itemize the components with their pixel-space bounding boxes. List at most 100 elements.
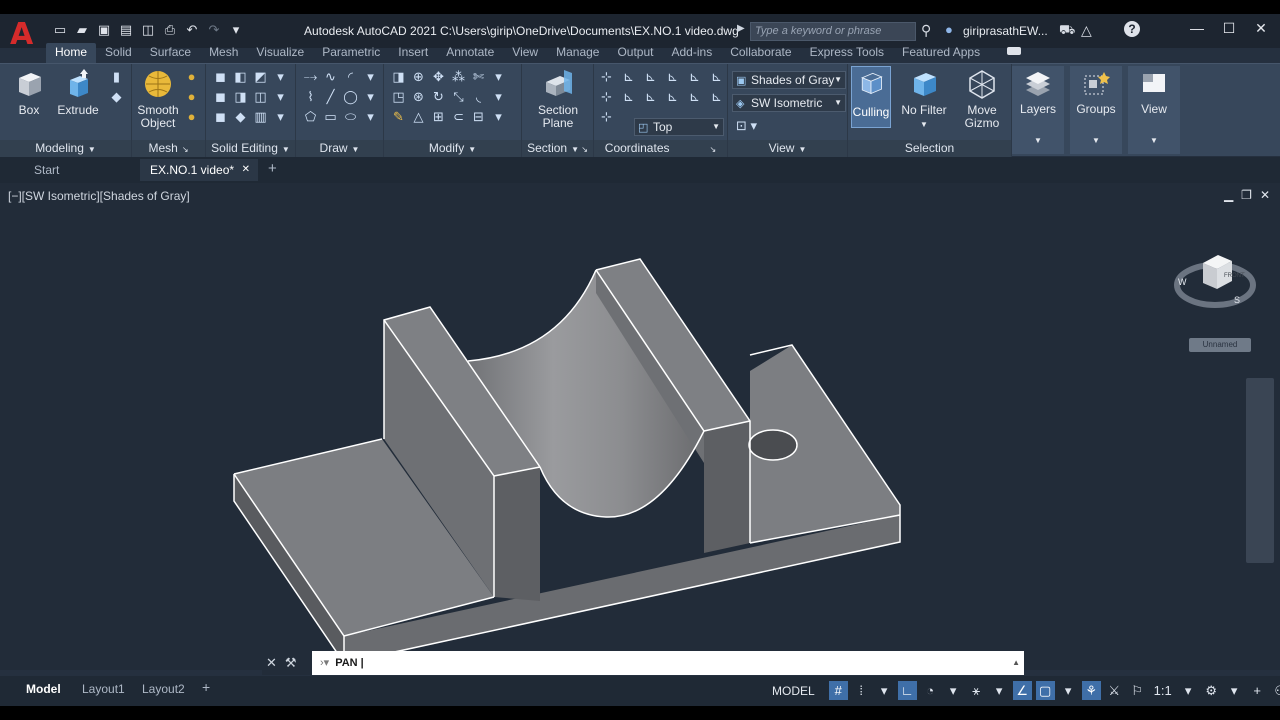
ucs-x-icon[interactable]: ⊾ [620,88,637,105]
tab-surface[interactable]: Surface [141,43,200,63]
panel-title-modify[interactable]: Modify ▼ [384,140,521,157]
shell-icon[interactable]: ◆ [232,108,249,125]
circle-icon[interactable]: ◯ [342,88,359,105]
tab-visualize[interactable]: Visualize [247,43,313,63]
rotate-icon[interactable]: ⊛ [410,88,427,105]
modify-dropdown3-icon[interactable]: ▾ [490,108,507,125]
tab-annotate[interactable]: Annotate [437,43,503,63]
open-folder-icon[interactable]: ▰ [74,22,90,38]
ucs-view-icon[interactable]: ⊾ [686,68,703,85]
3d-move-icon[interactable]: ✥ [430,68,447,85]
isodraft-icon[interactable]: ⚹ [967,681,986,700]
visual-style-dropdown[interactable]: ▣ Shades of Gray ▼ [732,71,846,89]
ucs-icon[interactable]: ⊹ [598,68,615,85]
ucs-origin-icon[interactable]: ⊾ [642,68,659,85]
command-close-icon[interactable]: ✕ [266,655,277,671]
search-expand-icon[interactable]: ▶ [737,23,745,34]
close-icon[interactable]: ✕ [1254,20,1268,37]
ribbon-minimize-toggle[interactable] [1007,47,1022,55]
navigation-bar[interactable] [1246,378,1274,563]
arc-icon[interactable]: ◜ [342,68,359,85]
modify-dropdown2-icon[interactable]: ▾ [490,88,507,105]
subtract-icon[interactable]: ◧ [232,68,249,85]
web-mobile-icon[interactable]: ◫ [140,22,156,38]
maximize-icon[interactable]: ☐ [1222,20,1236,37]
polygon-icon[interactable]: ⬠ [302,108,319,125]
interfere-icon[interactable]: ▾ [272,68,289,85]
command-prompt-icon[interactable]: ›▾ [320,657,329,669]
array-icon[interactable]: ⊞ [430,108,447,125]
stretch-icon[interactable]: △ [410,108,427,125]
ucs-menu-button[interactable]: Unnamed [1189,338,1251,352]
snap-dropdown-icon[interactable]: ▾ [875,681,894,700]
spline-icon[interactable]: ∿ [322,68,339,85]
save-icon[interactable]: ▣ [96,22,112,38]
help-icon[interactable]: ? [1124,21,1140,37]
no-filter-tool[interactable]: No Filter ▼ [898,68,950,131]
polyline-icon[interactable]: ⌇ [302,88,319,105]
polar-icon[interactable]: ◔ [921,681,940,700]
ortho-icon[interactable]: ∟ [897,681,917,700]
object-snap-dropdown-icon[interactable]: ▾ [1059,681,1078,700]
rectangle-icon[interactable]: ▭ [322,108,339,125]
search-binoculars-icon[interactable]: ⚲ [921,22,931,39]
doc-tab-start[interactable]: Start [24,159,136,181]
polar-dropdown-icon[interactable]: ▾ [944,681,963,700]
undo-icon[interactable]: ↶ [184,22,200,38]
tab-mesh[interactable]: Mesh [200,43,247,63]
solid-edit-more-icon[interactable]: ▾ [272,88,289,105]
close-tab-icon[interactable]: ✕ [242,159,250,181]
command-history-icon[interactable]: ▲ [1012,651,1020,675]
viewport-close-icon[interactable]: ✕ [1260,188,1270,202]
panel-title-mesh[interactable]: Mesh ↘ [132,140,205,157]
tab-solid[interactable]: Solid [96,43,141,63]
new-tab-icon[interactable]: + [268,160,277,177]
workspace-dropdown-icon[interactable]: ▾ [1225,681,1244,700]
presspull-icon[interactable]: ◆ [108,88,125,105]
tab-view[interactable]: View [503,43,547,63]
modify-dropdown-icon[interactable]: ▾ [490,68,507,85]
minimize-icon[interactable]: — [1190,20,1204,37]
fillet-edge-icon[interactable]: ◨ [232,88,249,105]
object-snap-tracking-icon[interactable]: ∠ [1012,681,1032,700]
save-as-icon[interactable]: ▤ [118,22,134,38]
scale-dropdown-icon[interactable]: ▾ [1179,681,1198,700]
intersect-icon[interactable]: ◩ [252,68,269,85]
ucs-face-icon[interactable]: ⊹ [598,88,615,105]
line-icon[interactable]: ⤍ [302,68,319,85]
tab-insert[interactable]: Insert [389,43,437,63]
autodesk-a360-icon[interactable]: △ [1081,22,1092,39]
tab-output[interactable]: Output [608,43,662,63]
model-space-toggle[interactable]: MODEL [768,684,819,698]
ucs-3point-icon[interactable]: ⊾ [664,68,681,85]
object-snap-icon[interactable]: ▢ [1035,681,1055,700]
mirror-icon[interactable]: ◨ [390,68,407,85]
move-gizmo-tool[interactable]: Move Gizmo [956,68,1008,130]
new-file-icon[interactable]: ▭ [52,22,68,38]
erase-icon[interactable]: ✎ [390,108,407,125]
viewport-restore-icon[interactable]: ❐ [1241,188,1252,202]
tab-parametric[interactable]: Parametric [313,43,389,63]
3d-model-drawing[interactable] [0,183,1280,670]
mesh-sphere-icon[interactable]: ● [183,68,200,85]
arc-dropdown-icon[interactable]: ▾ [362,68,379,85]
snap-icon[interactable]: ⁞ [852,681,871,700]
annotation-visibility-icon[interactable]: ⚘ [1081,681,1101,700]
viewcube[interactable]: FRONT W S [1170,233,1260,323]
break-icon[interactable]: ⊟ [470,108,487,125]
command-input[interactable]: ›▾ PAN | ▲ [312,651,1024,675]
viewport-minimize-icon[interactable]: ▁ [1224,188,1233,202]
tab-add-ins[interactable]: Add-ins [663,43,722,63]
ucs-named-icon[interactable]: ⊾ [708,88,725,105]
tab-collaborate[interactable]: Collaborate [721,43,800,63]
extrude-tool[interactable]: Extrude [55,68,101,117]
panel-title-solid-editing[interactable]: Solid Editing ▼ [206,140,295,157]
isodraft-dropdown-icon[interactable]: ▾ [990,681,1009,700]
ellipse-icon[interactable]: ⬭ [342,108,359,125]
doc-tab-active-file[interactable]: EX.NO.1 video* ✕ [140,159,258,181]
auto-scale-icon[interactable]: ⚔ [1105,681,1124,700]
extract-edges-icon[interactable]: ◼ [212,88,229,105]
layers-button[interactable]: Layers ▼ [1012,66,1064,154]
thicken-icon[interactable]: ◼ [212,108,229,125]
groups-button[interactable]: Groups ▼ [1070,66,1122,154]
